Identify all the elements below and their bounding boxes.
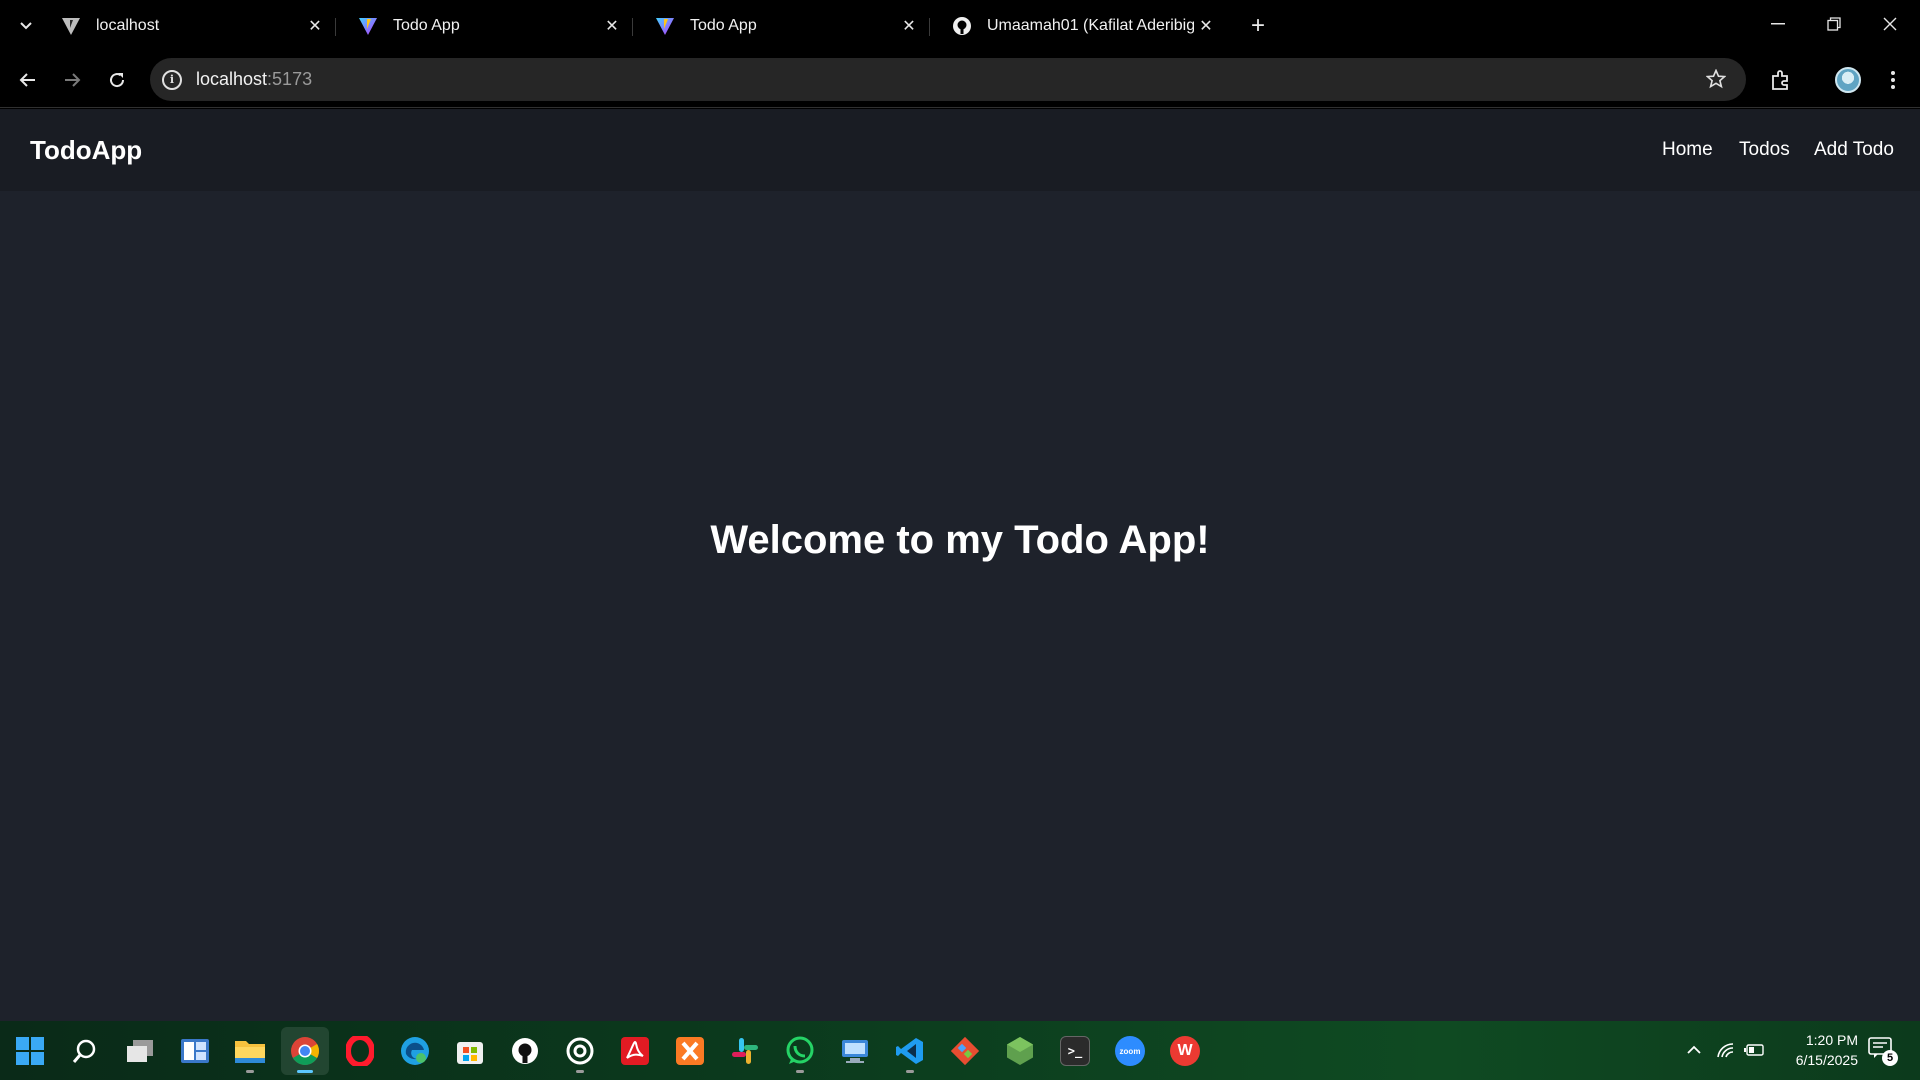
taskbar-search-icon[interactable] bbox=[61, 1027, 109, 1075]
wps-glyph: W bbox=[1170, 1036, 1200, 1066]
app-brand[interactable]: TodoApp bbox=[30, 135, 142, 166]
chatgpt-icon[interactable] bbox=[556, 1027, 604, 1075]
forward-icon[interactable] bbox=[56, 64, 88, 96]
back-icon[interactable] bbox=[12, 64, 44, 96]
url-text[interactable]: localhost:5173 bbox=[196, 69, 312, 90]
show-hidden-icons-icon[interactable] bbox=[1680, 1033, 1708, 1067]
bookmark-star-icon[interactable] bbox=[1704, 67, 1728, 91]
restore-icon[interactable] bbox=[1814, 8, 1854, 40]
tab-title: Todo App bbox=[393, 17, 460, 34]
close-tab-icon[interactable]: ✕ bbox=[303, 14, 327, 38]
tab-title: localhost bbox=[96, 17, 160, 34]
tab-search-chevron-icon[interactable] bbox=[12, 12, 40, 40]
whatsapp-icon[interactable] bbox=[776, 1027, 824, 1075]
browser-tab-1[interactable]: localhost ✕ bbox=[38, 6, 336, 46]
clock-date: 6/15/2025 bbox=[1795, 1052, 1858, 1068]
screen: localhost ✕ Todo App ✕ Todo App ✕ Umaama… bbox=[0, 0, 1920, 1080]
close-tab-icon[interactable]: ✕ bbox=[600, 14, 624, 38]
start-button[interactable] bbox=[6, 1027, 54, 1075]
terminal-icon[interactable]: >_ bbox=[1051, 1027, 1099, 1075]
profile-avatar[interactable] bbox=[1831, 63, 1865, 97]
browser-tab-strip: localhost ✕ Todo App ✕ Todo App ✕ Umaama… bbox=[0, 0, 1920, 50]
browser-tab-4[interactable]: Umaamah01 (Kafilat Aderibigbe ✕ bbox=[929, 6, 1226, 46]
close-window-icon[interactable] bbox=[1870, 8, 1910, 40]
microsoft-store-icon[interactable] bbox=[446, 1027, 494, 1075]
slack-icon[interactable] bbox=[721, 1027, 769, 1075]
zoom-glyph: zoom bbox=[1115, 1036, 1145, 1066]
browser-toolbar: i localhost:5173 bbox=[0, 50, 1920, 108]
close-tab-icon[interactable]: ✕ bbox=[897, 14, 921, 38]
menu-kebab-icon[interactable] bbox=[1876, 63, 1910, 97]
welcome-heading: Welcome to my Todo App! bbox=[710, 518, 1210, 562]
battery-icon[interactable] bbox=[1740, 1033, 1768, 1067]
system-clock[interactable]: 1:20 PM 6/15/2025 bbox=[1766, 1030, 1858, 1070]
browser-tab-3[interactable]: Todo App ✕ bbox=[632, 6, 930, 46]
tab-title: Todo App bbox=[690, 17, 757, 34]
tab-title: Umaamah01 (Kafilat Aderibigbe bbox=[987, 17, 1194, 34]
remote-desktop-icon[interactable] bbox=[831, 1027, 879, 1075]
running-indicator bbox=[246, 1070, 254, 1073]
nodejs-icon[interactable] bbox=[996, 1027, 1044, 1075]
vite-gray-icon bbox=[60, 15, 82, 37]
running-indicator bbox=[576, 1070, 584, 1073]
nav-add-todo-link[interactable]: Add Todo bbox=[1814, 139, 1894, 161]
extensions-icon[interactable] bbox=[1764, 63, 1798, 97]
wifi-icon[interactable] bbox=[1712, 1033, 1740, 1067]
windows-taskbar: >_ zoom W 1:20 PM 6/15/2025 5 bbox=[0, 1021, 1920, 1080]
edge-icon[interactable] bbox=[391, 1027, 439, 1075]
vscode-icon[interactable] bbox=[886, 1027, 934, 1075]
adobe-reader-icon[interactable] bbox=[611, 1027, 659, 1075]
site-info-icon[interactable]: i bbox=[162, 69, 182, 90]
app-navbar: TodoApp Home Todos Add Todo bbox=[0, 109, 1920, 191]
running-indicator bbox=[297, 1070, 313, 1073]
address-bar[interactable]: i localhost:5173 bbox=[150, 58, 1746, 101]
zoom-icon[interactable]: zoom bbox=[1106, 1027, 1154, 1075]
opera-icon[interactable] bbox=[336, 1027, 384, 1075]
running-indicator bbox=[906, 1070, 914, 1073]
url-port: :5173 bbox=[267, 69, 313, 89]
minimize-icon[interactable] bbox=[1758, 8, 1798, 40]
windows-logo-icon bbox=[16, 1037, 44, 1065]
git-icon[interactable] bbox=[941, 1027, 989, 1075]
avatar bbox=[1835, 67, 1861, 93]
url-host: localhost bbox=[196, 69, 268, 89]
wps-office-icon[interactable]: W bbox=[1161, 1027, 1209, 1075]
nav-home-link[interactable]: Home bbox=[1662, 139, 1713, 161]
vite-icon bbox=[654, 15, 676, 37]
notification-count-badge: 5 bbox=[1882, 1050, 1898, 1066]
browser-tab-2[interactable]: Todo App ✕ bbox=[335, 6, 633, 46]
github-icon bbox=[951, 15, 973, 37]
github-desktop-icon[interactable] bbox=[501, 1027, 549, 1075]
nav-todos-link[interactable]: Todos bbox=[1739, 139, 1790, 161]
clock-time: 1:20 PM bbox=[1805, 1032, 1858, 1048]
vite-icon bbox=[357, 15, 379, 37]
app-viewport: TodoApp Home Todos Add Todo Welcome to m… bbox=[0, 109, 1920, 1021]
xampp-icon[interactable] bbox=[666, 1027, 714, 1075]
task-view-icon[interactable] bbox=[116, 1027, 164, 1075]
close-tab-icon[interactable]: ✕ bbox=[1194, 14, 1218, 38]
widgets-icon[interactable] bbox=[171, 1027, 219, 1075]
chrome-icon[interactable] bbox=[281, 1027, 329, 1075]
reload-icon[interactable] bbox=[101, 64, 133, 96]
terminal-glyph: >_ bbox=[1060, 1036, 1090, 1066]
notification-center-icon[interactable]: 5 bbox=[1868, 1037, 1898, 1066]
file-explorer-icon[interactable] bbox=[226, 1027, 274, 1075]
new-tab-button[interactable]: + bbox=[1244, 12, 1272, 40]
running-indicator bbox=[796, 1070, 804, 1073]
